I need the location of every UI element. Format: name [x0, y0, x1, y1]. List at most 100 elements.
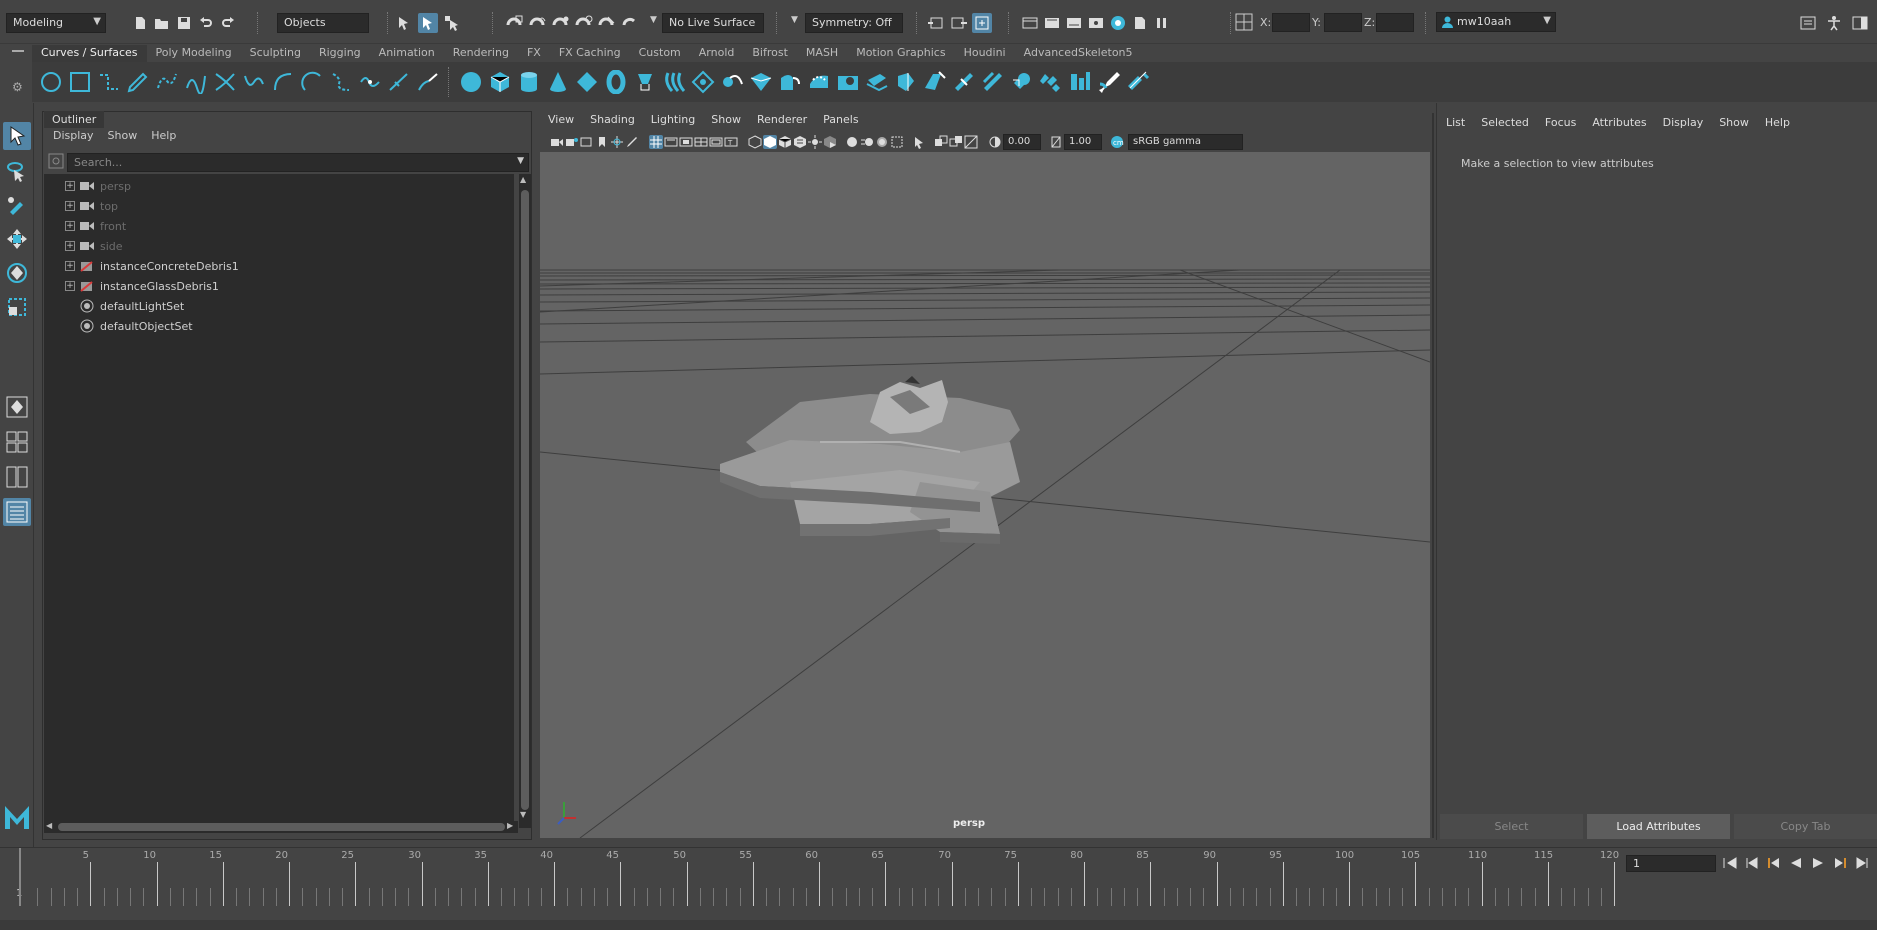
grid-toggle-icon[interactable] — [649, 134, 663, 149]
birail-icon[interactable] — [746, 67, 775, 97]
render-view-icon[interactable] — [1020, 13, 1040, 33]
project-curve-icon[interactable] — [804, 67, 833, 97]
shelf-tab[interactable]: Motion Graphics — [847, 45, 954, 62]
outliner-item[interactable]: + instanceGlassDebris1 — [44, 276, 504, 296]
field-chart-icon[interactable] — [709, 135, 723, 149]
outliner-vertical-scroll-thumb[interactable] — [521, 190, 529, 810]
attribute-editor-button[interactable]: Load Attributes — [1587, 814, 1730, 839]
xray-icon[interactable] — [934, 135, 948, 149]
paint-select-tool-icon[interactable] — [3, 191, 31, 219]
save-scene-icon[interactable] — [174, 13, 194, 33]
shelf-tab[interactable]: Bifrost — [743, 45, 797, 62]
shelf-tab[interactable]: Animation — [370, 45, 444, 62]
y-field[interactable] — [1324, 13, 1362, 32]
cv-curve-tool-icon[interactable] — [94, 67, 123, 97]
make-live-icon[interactable] — [620, 13, 640, 33]
open-scene-icon[interactable] — [152, 13, 172, 33]
safe-title-icon[interactable]: T — [724, 135, 738, 149]
outliner-menu-item[interactable]: Display — [53, 129, 94, 147]
attribute-editor-menu-item[interactable]: Show — [1719, 116, 1749, 129]
ep-curve-tool-icon[interactable] — [152, 67, 181, 97]
component-mode-icon[interactable] — [442, 13, 462, 33]
screen-space-ao-icon[interactable] — [845, 135, 859, 149]
outliner-menu-item[interactable]: Help — [151, 129, 176, 147]
scroll-right-arrow-icon[interactable]: ▶ — [507, 821, 513, 830]
select-camera-icon[interactable] — [550, 135, 564, 149]
outliner-item[interactable]: + persp — [44, 176, 504, 196]
live-surface-field[interactable]: No Live Surface — [662, 13, 764, 33]
camera-attributes-icon[interactable] — [565, 135, 579, 149]
range-slider[interactable] — [0, 920, 1877, 930]
gear-icon[interactable]: ⚙ — [12, 80, 23, 94]
shelf-tab[interactable]: Rigging — [310, 45, 370, 62]
output-ops-icon[interactable] — [949, 13, 969, 33]
shelf-tab[interactable]: Poly Modeling — [147, 45, 241, 62]
object-mode-icon[interactable] — [418, 13, 438, 33]
panel-divider[interactable] — [1432, 113, 1434, 838]
step-forward-key-icon[interactable] — [1832, 855, 1848, 871]
grease-pencil-icon[interactable] — [625, 135, 639, 149]
four-view-layout-icon[interactable] — [3, 428, 31, 456]
surface-editing-icon[interactable] — [1123, 67, 1152, 97]
trim-tool-icon[interactable] — [833, 67, 862, 97]
motion-blur-icon[interactable] — [860, 135, 874, 149]
snap-view-plane-icon[interactable] — [597, 13, 617, 33]
scroll-up-arrow-icon[interactable]: ▲ — [520, 175, 526, 184]
curve-intersect-icon[interactable] — [210, 67, 239, 97]
outliner-item[interactable]: + side — [44, 236, 504, 256]
revolve-icon[interactable] — [630, 67, 659, 97]
detach-surface-icon[interactable] — [1007, 67, 1036, 97]
expand-icon[interactable]: + — [65, 201, 75, 211]
nurbs-circle-icon[interactable] — [36, 67, 65, 97]
scale-tool-icon[interactable] — [3, 293, 31, 321]
offset-surface-icon[interactable] — [978, 67, 1007, 97]
expand-icon[interactable]: + — [65, 281, 75, 291]
isolate-select-icon[interactable] — [912, 135, 926, 149]
curve-tangent-icon[interactable] — [239, 67, 268, 97]
insert-knot-icon[interactable] — [384, 67, 413, 97]
shelf-tab[interactable]: Arnold — [690, 45, 744, 62]
current-frame-field[interactable]: 1 — [1626, 855, 1716, 872]
shadows-icon[interactable] — [823, 135, 837, 149]
textured-icon[interactable] — [793, 135, 807, 149]
gamma-icon[interactable] — [1049, 135, 1063, 149]
three-point-arc-icon[interactable] — [268, 67, 297, 97]
nurbs-cone-icon[interactable] — [543, 67, 572, 97]
x-field[interactable] — [1272, 13, 1310, 32]
untrim-icon[interactable] — [862, 67, 891, 97]
viewport-menu-item[interactable]: View — [548, 113, 574, 131]
shelf-tab[interactable]: Custom — [630, 45, 690, 62]
bezier-curve-tool-icon[interactable] — [181, 67, 210, 97]
attribute-editor-menu-item[interactable]: Selected — [1481, 116, 1529, 129]
xray-active-components-icon[interactable] — [949, 135, 963, 149]
viewport-menu-item[interactable]: Panels — [823, 113, 858, 131]
outliner-item[interactable]: defaultObjectSet — [44, 316, 504, 336]
modeling-toolkit-icon[interactable] — [1798, 13, 1818, 33]
play-forwards-icon[interactable] — [1810, 855, 1826, 871]
gamma-field[interactable]: 1.00 — [1064, 133, 1102, 150]
character-controls-icon[interactable] — [1824, 13, 1844, 33]
single-perspective-layout-icon[interactable] — [3, 393, 31, 421]
input-ops-icon[interactable] — [926, 13, 946, 33]
smooth-shade-all-icon[interactable] — [763, 134, 777, 149]
go-to-start-icon[interactable] — [1722, 855, 1738, 871]
bevel-plus-icon[interactable] — [775, 67, 804, 97]
pause-render-icon[interactable] — [1152, 13, 1172, 33]
nurbs-plane-icon[interactable] — [572, 67, 601, 97]
image-plane-icon[interactable] — [595, 135, 609, 149]
attribute-editor-button[interactable]: Select — [1440, 814, 1583, 839]
nurbs-cube-icon[interactable] — [485, 67, 514, 97]
outliner-horizontal-scroll-thumb[interactable] — [58, 823, 505, 831]
perspective-viewport[interactable] — [540, 152, 1430, 838]
hypershade-icon[interactable] — [1108, 13, 1128, 33]
new-scene-icon[interactable] — [130, 13, 150, 33]
insert-isoparm-icon[interactable] — [920, 67, 949, 97]
transform-mode-icon[interactable] — [1235, 13, 1253, 31]
snap-point-icon[interactable] — [551, 13, 571, 33]
rotate-tool-icon[interactable] — [3, 259, 31, 287]
step-forward-frame-icon[interactable] — [1854, 855, 1870, 871]
attribute-editor-menu-item[interactable]: Focus — [1545, 116, 1576, 129]
filter-icon[interactable] — [48, 153, 64, 169]
film-gate-icon[interactable] — [664, 135, 678, 149]
outliner-item[interactable]: + top — [44, 196, 504, 216]
